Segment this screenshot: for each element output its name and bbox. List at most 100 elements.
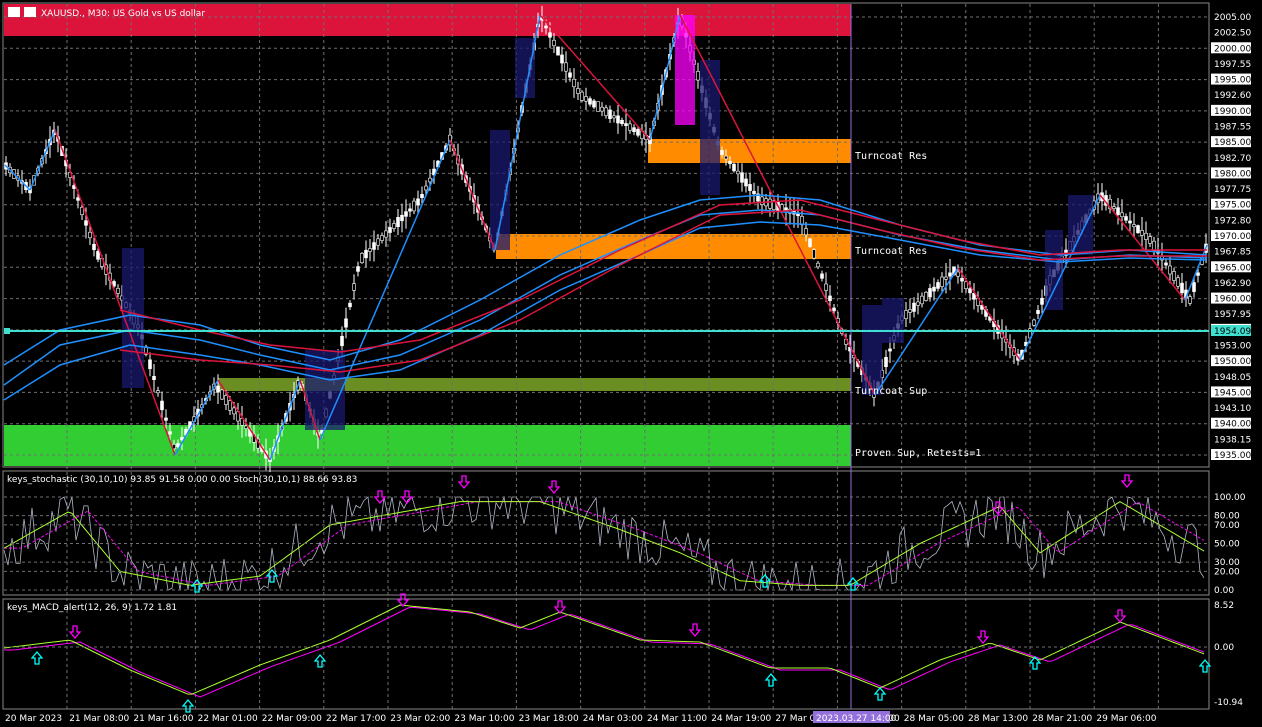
- time-tick-label: 28 Mar 13:00: [968, 714, 1028, 724]
- candle-body: [168, 431, 172, 435]
- candle-body: [808, 238, 812, 248]
- candle-body: [736, 170, 740, 175]
- candle-body: [368, 248, 372, 252]
- candle-body: [372, 242, 376, 250]
- candle-body: [572, 78, 576, 88]
- candle-body: [628, 123, 632, 131]
- chart-symbol-icon[interactable]: [24, 7, 36, 17]
- time-tick-label: 24 Mar 11:00: [647, 714, 707, 724]
- price-axis[interactable]: 2005.00 2002.50 2000.00 1997.55 1995.00 1992.…: [1211, 13, 1251, 461]
- candle-body: [1168, 265, 1172, 275]
- volume-highlight-box: [675, 15, 695, 125]
- candle-body: [548, 32, 552, 38]
- time-tick-label: 23 Mar 02:00: [390, 714, 450, 724]
- candle-body: [88, 231, 92, 239]
- candle-body: [1192, 282, 1196, 292]
- candle-body: [612, 115, 616, 119]
- candle-body: [340, 335, 344, 347]
- candle-body: [424, 185, 428, 191]
- candle-body: [116, 288, 120, 294]
- price-line-handle-left[interactable]: [4, 328, 10, 334]
- chart-title: XAUUSD., M30: US Gold vs US dollar: [41, 9, 205, 19]
- candle-body: [748, 184, 752, 191]
- candle-body: [96, 251, 100, 260]
- candle-body: [964, 281, 968, 290]
- candle-body: [568, 72, 572, 78]
- volume-highlight-box: [1045, 230, 1063, 310]
- candle-body: [388, 227, 392, 233]
- candle-body: [768, 198, 772, 209]
- candle-body: [156, 390, 160, 394]
- candle-body: [960, 278, 964, 282]
- stoch-level-label: 20.00: [1214, 567, 1240, 577]
- candle-body: [632, 127, 636, 133]
- candle-body: [944, 276, 948, 280]
- candle-body: [720, 150, 724, 155]
- candle-body: [560, 54, 564, 64]
- time-tick-label: 28 Mar 21:00: [1032, 714, 1092, 724]
- candle-body: [576, 88, 580, 94]
- macd-level-label: -10.94: [1214, 698, 1243, 708]
- candle-body: [932, 286, 936, 292]
- candle-body: [420, 194, 424, 198]
- candle-body: [636, 129, 640, 136]
- price-tick-label: 1948.05: [1214, 373, 1251, 383]
- stoch-level-label: 0.00: [1214, 586, 1234, 596]
- candle-body: [564, 62, 568, 72]
- candle-body: [740, 172, 744, 183]
- candle-body: [1148, 236, 1152, 244]
- candle-body: [936, 282, 940, 289]
- candle-body: [1176, 277, 1180, 287]
- candle-body: [148, 359, 152, 370]
- candle-body: [1164, 262, 1168, 266]
- time-tick-label: 21 Mar 16:00: [133, 714, 193, 724]
- candle-body: [364, 249, 368, 259]
- candle-body: [408, 208, 412, 212]
- price-tick-label: 1995.00: [1214, 76, 1251, 86]
- candle-body: [556, 46, 560, 56]
- macd-header: keys_MACD_alert(12, 26, 9) 1.72 1.81: [7, 603, 177, 613]
- candle-body: [968, 288, 972, 294]
- volume-highlight-box: [122, 248, 144, 388]
- price-tick-label: 1938.15: [1214, 435, 1251, 445]
- price-tick-label: 1975.00: [1214, 201, 1251, 211]
- candle-body: [1124, 216, 1128, 221]
- candle-body: [80, 206, 84, 216]
- candle-body: [824, 283, 828, 291]
- candle-body: [744, 178, 748, 187]
- candle-body: [404, 211, 408, 217]
- time-tick-label: 20 Mar 2023: [5, 714, 62, 724]
- candle-body: [412, 200, 416, 212]
- price-tick-label: 1957.95: [1214, 310, 1251, 320]
- time-tick-label: 24 Mar 03:00: [583, 714, 643, 724]
- volume-highlight-box: [515, 38, 535, 98]
- candle-body: [220, 389, 224, 400]
- current-price-label: 1954.09: [1214, 327, 1251, 337]
- candle-body: [244, 425, 248, 429]
- volume-highlight-box: [1068, 195, 1093, 255]
- price-tick-label: 1953.00: [1214, 342, 1251, 352]
- time-tick-label: 28 Mar 05:00: [904, 714, 964, 724]
- candle-body: [604, 107, 608, 116]
- candle-body: [912, 302, 916, 312]
- trading-chart[interactable]: Turncoat Res Turncoat Res Turncoat Sup P…: [0, 0, 1262, 727]
- volume-highlight-box: [305, 350, 345, 430]
- price-tick-label: 1967.85: [1214, 248, 1251, 258]
- candle-body: [616, 115, 620, 124]
- candle-body: [356, 266, 360, 272]
- candle-body: [580, 91, 584, 101]
- price-tick-label: 1992.60: [1214, 91, 1251, 101]
- candle-body: [812, 249, 816, 259]
- candle-body: [392, 223, 396, 229]
- candle-body: [92, 243, 96, 251]
- time-tick-label: 21 Mar 08:00: [69, 714, 129, 724]
- candle-body: [428, 177, 432, 183]
- price-tick-label: 1960.00: [1214, 295, 1251, 305]
- candle-body: [400, 214, 404, 222]
- candle-body: [176, 443, 180, 448]
- candle-body: [360, 253, 364, 263]
- macd-level-label: 0.00: [1214, 643, 1234, 653]
- chart-window-icon[interactable]: [8, 7, 20, 17]
- candle-body: [948, 272, 952, 277]
- candle-body: [1112, 206, 1116, 209]
